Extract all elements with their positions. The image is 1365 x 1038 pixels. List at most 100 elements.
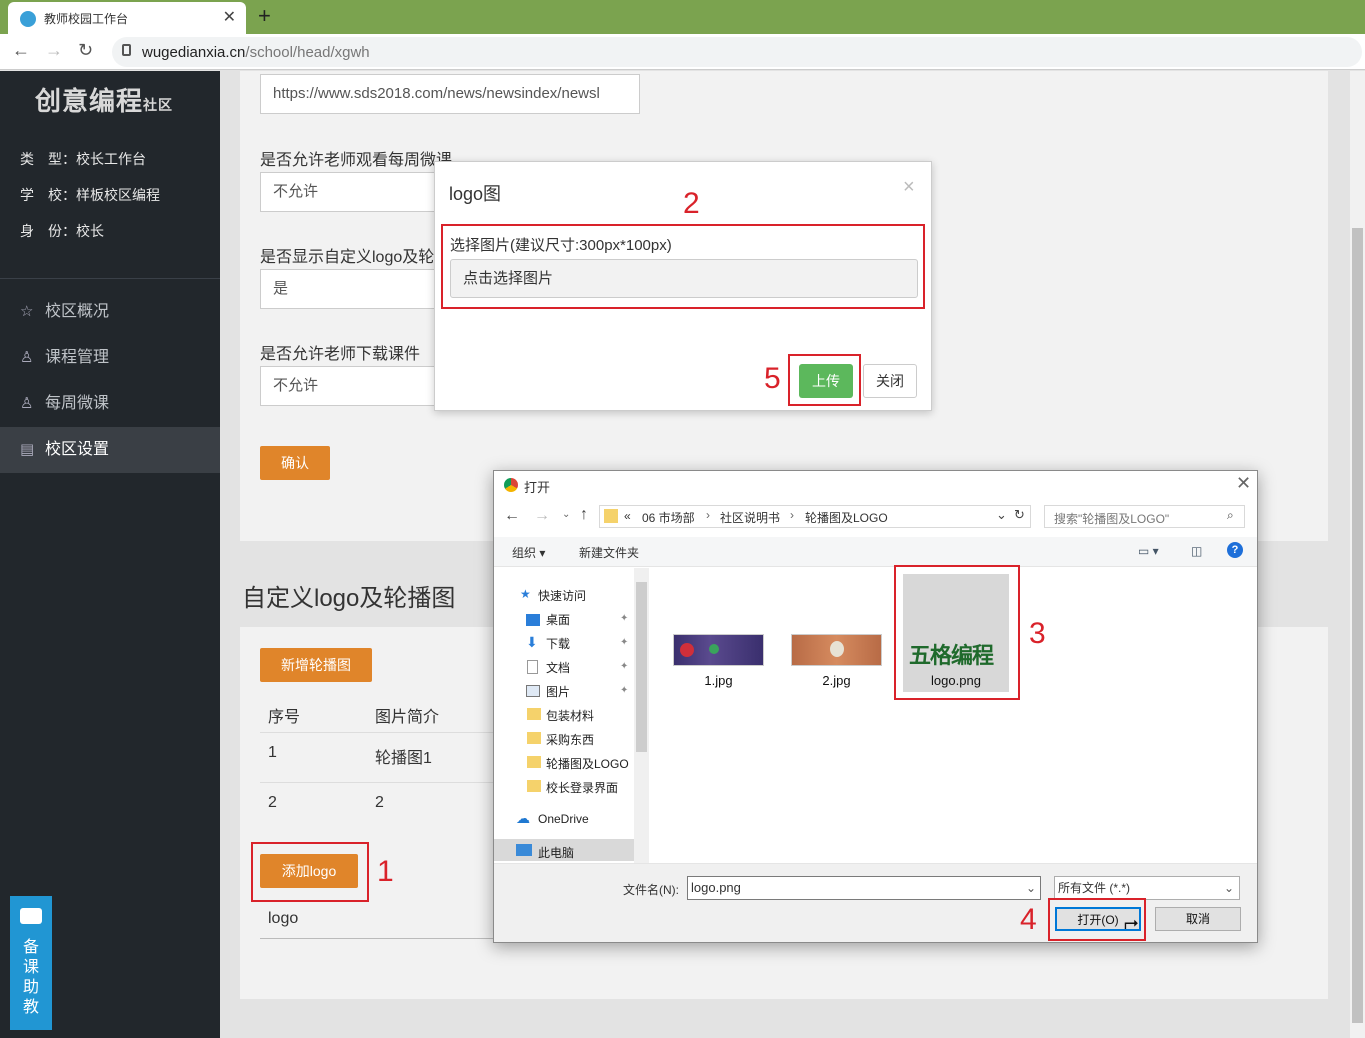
helper-char: 教 bbox=[22, 999, 39, 1016]
row-2-index: 2 bbox=[268, 794, 277, 811]
modal-title: logo图 bbox=[449, 184, 502, 204]
annotation-number-4: 4 bbox=[1020, 903, 1037, 936]
organize-menu[interactable]: 组织 ▾ bbox=[512, 544, 545, 561]
star-icon: ★ bbox=[520, 587, 531, 601]
reload-icon[interactable]: ↻ bbox=[78, 40, 93, 61]
sidebar-item-courses[interactable]: ♙ 课程管理 bbox=[0, 335, 220, 381]
search-placeholder: 搜索"轮播图及LOGO" bbox=[1054, 512, 1170, 526]
preview-pane-icon[interactable]: ◫ bbox=[1191, 544, 1202, 558]
tree-item-downloads[interactable]: 下载 bbox=[546, 635, 570, 652]
setting-label-view-lessons: 是否允许老师观看每周微课 bbox=[260, 152, 453, 169]
new-folder-button[interactable]: 新建文件夹 bbox=[579, 544, 639, 561]
dialog-close-icon[interactable]: ✕ bbox=[1236, 473, 1251, 494]
file-thumbnail-2[interactable] bbox=[791, 634, 882, 666]
nav-tree: ★ 快速访问 桌面 ✦ ⬇ 下载 ✦ 文档 ✦ 图片 ✦ 包装材料 采购东西 轮播图及L… bbox=[494, 568, 649, 863]
help-icon[interactable]: ? bbox=[1227, 542, 1243, 558]
filename-input[interactable]: logo.png ⌄ bbox=[687, 876, 1041, 900]
url-field[interactable]: wugedianxia.cn/school/head/xgwh bbox=[112, 37, 1362, 67]
file-name-1[interactable]: 1.jpg bbox=[673, 673, 764, 688]
url-text: wugedianxia.cn/school/head/xgwh bbox=[142, 44, 370, 61]
filename-dropdown-icon[interactable]: ⌄ bbox=[1026, 877, 1036, 899]
confirm-button[interactable]: 确认 bbox=[260, 446, 330, 480]
tab-close-icon[interactable]: ✕ bbox=[223, 7, 236, 27]
logo-row-label: logo bbox=[268, 910, 299, 927]
tab-title: 教师校园工作台 bbox=[44, 12, 129, 26]
modal-close-icon[interactable]: × bbox=[903, 176, 915, 199]
dialog-back-icon[interactable]: ← bbox=[504, 507, 520, 525]
close-button[interactable]: 关闭 bbox=[863, 364, 917, 398]
annotation-box-3 bbox=[894, 565, 1020, 700]
recent-dropdown-icon[interactable]: ⌄ bbox=[562, 509, 570, 520]
folder-icon bbox=[527, 780, 541, 792]
custom-section-title: 自定义logo及轮播图 bbox=[242, 585, 456, 612]
setting-select-show-logo[interactable]: 是 bbox=[260, 269, 460, 309]
tree-item-folder[interactable]: 轮播图及LOGO bbox=[546, 755, 629, 772]
up-folder-icon[interactable]: ↑ bbox=[580, 506, 588, 524]
cancel-button[interactable]: 取消 bbox=[1155, 907, 1241, 931]
desktop-icon bbox=[526, 614, 540, 626]
dialog-search-input[interactable]: 搜索"轮播图及LOGO" ⌕ bbox=[1044, 505, 1245, 528]
row-1-desc: 轮播图1 bbox=[375, 750, 432, 767]
star-icon: ☆ bbox=[20, 303, 34, 320]
computer-icon bbox=[516, 844, 532, 856]
search-icon: ⌕ bbox=[1227, 508, 1234, 522]
chevron-down-icon: ⌄ bbox=[1223, 881, 1234, 895]
page-scrollbar-thumb[interactable] bbox=[1352, 228, 1363, 1023]
breadcrumb-overflow[interactable]: « bbox=[624, 509, 631, 523]
lesson-helper-widget[interactable]: 备课助教 bbox=[10, 896, 52, 1030]
helper-label: 备课助教 bbox=[10, 938, 52, 1018]
file-thumbnail-1[interactable] bbox=[673, 634, 764, 666]
sidebar-item-settings[interactable]: ▤ 校区设置 bbox=[0, 427, 220, 473]
setting-select-view-lessons[interactable]: 不允许 bbox=[260, 172, 460, 212]
tree-item-desktop[interactable]: 桌面 bbox=[546, 611, 570, 628]
view-options-icon[interactable]: ▭ ▾ bbox=[1138, 544, 1159, 558]
filename-label: 文件名(N): bbox=[623, 883, 679, 897]
file-type-select[interactable]: 所有文件 (*.*) ⌄ bbox=[1054, 876, 1240, 900]
tree-item-folder[interactable]: 采购东西 bbox=[546, 731, 594, 748]
annotation-number-5: 5 bbox=[764, 362, 781, 395]
filename-value: logo.png bbox=[691, 880, 741, 895]
tree-item-onedrive[interactable]: OneDrive bbox=[538, 812, 589, 826]
sidebar-item-overview[interactable]: ☆ 校区概况 bbox=[0, 289, 220, 335]
tree-item-pictures[interactable]: 图片 bbox=[546, 683, 570, 700]
breadcrumb-item[interactable]: 社区说明书 bbox=[720, 509, 780, 526]
tree-item-folder[interactable]: 校长登录界面 bbox=[546, 779, 618, 796]
tree-item-this-pc[interactable]: 此电脑 bbox=[538, 844, 574, 861]
annotation-box-2 bbox=[441, 224, 925, 309]
breadcrumb-item[interactable]: 06 市场部 bbox=[642, 509, 695, 526]
brand-logo: 创意编程社区 bbox=[35, 86, 174, 116]
tree-item-folder[interactable]: 包装材料 bbox=[546, 707, 594, 724]
sidebar: 创意编程社区 类 型：校长工作台 学 校：样板校区编程 身 份：校长 ☆ 校区概况… bbox=[0, 71, 220, 1038]
new-tab-icon[interactable]: + bbox=[258, 3, 271, 29]
add-carousel-button[interactable]: 新增轮播图 bbox=[260, 648, 372, 682]
account-school: 学 校：样板校区编程 bbox=[20, 187, 160, 203]
tree-scrollbar-thumb[interactable] bbox=[636, 582, 647, 752]
browser-tab[interactable]: 教师校园工作台 ✕ bbox=[8, 2, 246, 34]
folder-icon bbox=[527, 756, 541, 768]
onedrive-icon: ☁ bbox=[516, 810, 530, 826]
tree-item-documents[interactable]: 文档 bbox=[546, 659, 570, 676]
forward-icon[interactable]: → bbox=[45, 40, 63, 61]
path-refresh-icon[interactable]: ↻ bbox=[1014, 507, 1025, 523]
path-breadcrumb[interactable]: « 06 市场部 › 社区说明书 › 轮播图及LOGO ⌄ ↻ bbox=[599, 505, 1031, 528]
account-role: 身 份：校长 bbox=[20, 223, 104, 239]
table-divider bbox=[260, 782, 495, 783]
table-divider bbox=[260, 732, 495, 733]
file-type-value: 所有文件 (*.*) bbox=[1058, 881, 1131, 895]
back-icon[interactable]: ← bbox=[12, 40, 30, 61]
breadcrumb-item[interactable]: 轮播图及LOGO bbox=[805, 509, 888, 526]
dialog-forward-icon[interactable]: → bbox=[534, 507, 550, 525]
file-name-2[interactable]: 2.jpg bbox=[791, 673, 882, 688]
url-setting-input[interactable]: https://www.sds2018.com/news/newsindex/n… bbox=[260, 74, 640, 114]
address-bar-row: ← → ↻ wugedianxia.cn/school/head/xgwh bbox=[0, 34, 1365, 70]
browser-tab-strip: 教师校园工作台 ✕ + bbox=[0, 0, 1365, 34]
document-icon bbox=[527, 660, 538, 674]
tree-item-quick-access[interactable]: 快速访问 bbox=[538, 587, 586, 604]
col-header-desc: 图片简介 bbox=[375, 709, 440, 726]
annotation-number-2: 2 bbox=[683, 187, 700, 220]
chrome-icon bbox=[504, 478, 518, 492]
path-dropdown-icon[interactable]: ⌄ bbox=[996, 507, 1007, 523]
sidebar-item-weekly-lessons[interactable]: ♙ 每周微课 bbox=[0, 381, 220, 427]
folder-icon bbox=[527, 708, 541, 720]
setting-select-download[interactable]: 不允许 bbox=[260, 366, 460, 406]
